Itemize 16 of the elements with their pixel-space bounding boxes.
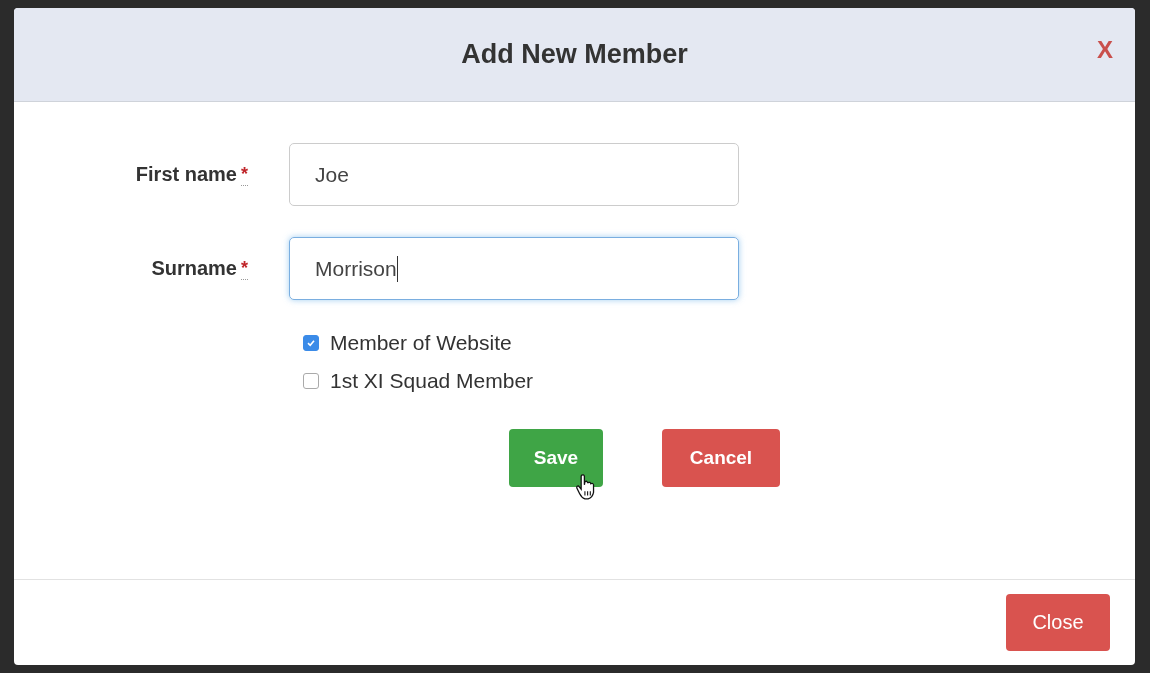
- check-icon: [306, 338, 316, 348]
- close-button[interactable]: X: [1093, 36, 1117, 64]
- field-label: First name: [135, 163, 237, 186]
- dialog-title: Add New Member: [461, 39, 688, 70]
- required-mark: *: [241, 257, 248, 280]
- checkbox-label: Member of Website: [330, 331, 512, 355]
- text-field[interactable]: Joe: [289, 143, 739, 206]
- required-mark: *: [241, 163, 248, 186]
- checkbox-label: 1st XI Squad Member: [330, 369, 534, 393]
- close-button[interactable]: Close: [1006, 594, 1110, 651]
- save-button[interactable]: Save: [509, 429, 603, 487]
- text-field[interactable]: Morrison: [289, 237, 739, 300]
- checkbox[interactable]: [303, 335, 319, 351]
- cancel-button[interactable]: Cancel: [662, 429, 780, 487]
- field-label: Surname: [151, 257, 237, 280]
- checkbox[interactable]: [303, 373, 319, 389]
